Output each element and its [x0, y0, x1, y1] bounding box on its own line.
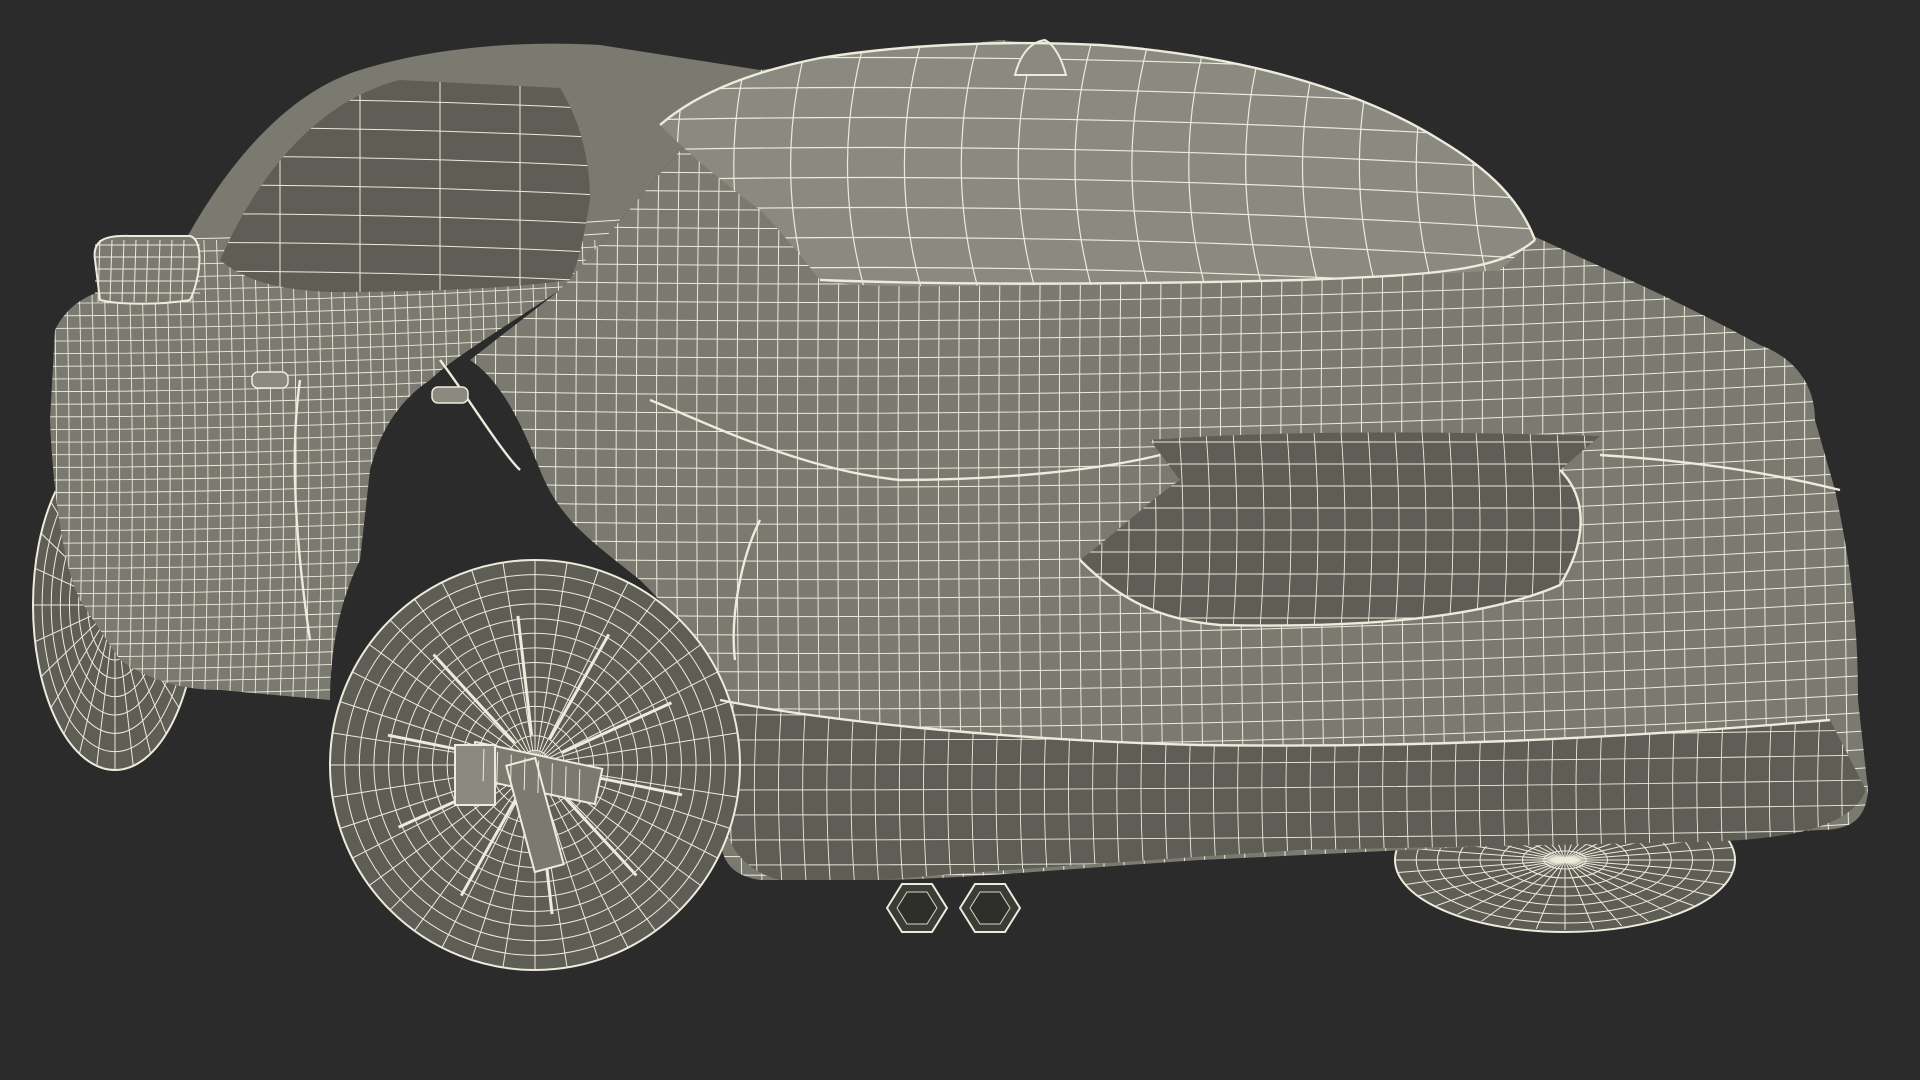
door-handle [431, 386, 469, 404]
car-wireframe-render [32, 38, 1868, 971]
wire-line [1864, 40, 1868, 880]
door-handle [251, 371, 289, 389]
wire-line [470, 40, 1868, 45]
clamp-head [454, 744, 496, 806]
side-windows [220, 80, 590, 292]
render-viewport [0, 0, 1920, 1080]
side-mirror [93, 234, 201, 305]
exhaust-tips [885, 883, 1022, 933]
